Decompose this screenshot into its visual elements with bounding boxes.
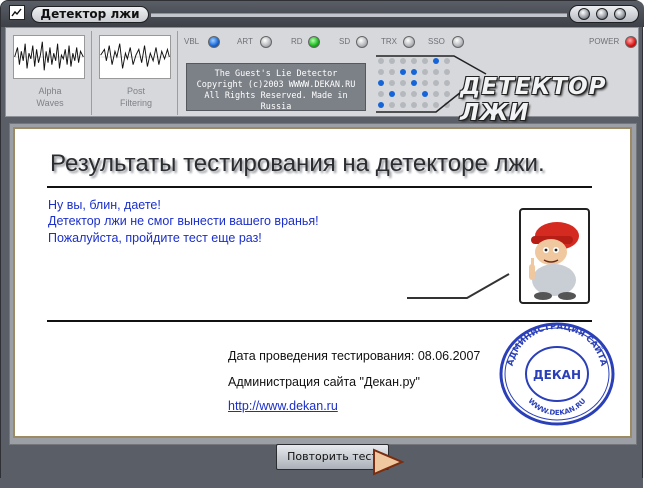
logo: ДЕТЕКТОР ЛЖИ bbox=[460, 74, 607, 126]
sso-led-icon bbox=[452, 36, 464, 48]
bottom-bar bbox=[0, 478, 643, 488]
message-line-2: Детектор лжи не смог вынести вашего вран… bbox=[48, 214, 319, 228]
maximize-button[interactable] bbox=[596, 8, 608, 20]
hand-pointer-icon bbox=[373, 448, 404, 476]
post-filtering-graph bbox=[99, 35, 171, 79]
window-controls bbox=[569, 5, 639, 23]
indicator-sso: SSO bbox=[428, 35, 464, 49]
window-title: Детектор лжи bbox=[31, 6, 149, 23]
art-led-icon bbox=[260, 36, 272, 48]
vbl-led-icon bbox=[208, 36, 220, 48]
indicator-sd: SD bbox=[339, 35, 368, 49]
app-icon[interactable] bbox=[9, 5, 25, 20]
trx-led-icon bbox=[403, 36, 415, 48]
alpha-waves-box: Alpha Waves bbox=[9, 31, 92, 115]
alpha-waves-graph bbox=[13, 35, 85, 79]
page-title: Результаты тестирования на детекторе лжи… bbox=[50, 150, 545, 177]
stamp-icon: АДМИНИСТРАЦИЯ САЙТА WWW.DEKAN.RU ДЕКАН bbox=[499, 322, 615, 426]
indicator-art: ART bbox=[237, 35, 272, 49]
message-line-1: Ну вы, блин, даете! bbox=[48, 198, 161, 212]
alpha-waves-label: Alpha Waves bbox=[36, 86, 64, 108]
detector-panel: Alpha Waves Post Filtering VBL ART RD SD T… bbox=[5, 27, 639, 126]
title-bar[interactable]: Детектор лжи bbox=[1, 1, 644, 27]
copyright-box: The Guest's Lie Detector Copyright (c)20… bbox=[186, 63, 366, 112]
indicator-power: POWER bbox=[589, 35, 637, 49]
indicator-rd: RD bbox=[291, 35, 320, 49]
cartoon-character-icon bbox=[529, 222, 579, 300]
stamp-center-text: ДЕКАН bbox=[533, 368, 581, 382]
indicator-row: VBL ART RD SD TRX SSO POWER bbox=[184, 35, 637, 49]
close-button[interactable] bbox=[614, 8, 626, 20]
post-filtering-label: Post Filtering bbox=[119, 86, 152, 108]
rd-led-icon bbox=[308, 36, 320, 48]
divider-top bbox=[47, 186, 592, 188]
power-led-icon bbox=[625, 36, 637, 48]
title-decor-line bbox=[151, 13, 567, 17]
message-line-3: Пожалуйста, пройдите тест еще раз! bbox=[48, 231, 262, 245]
post-filtering-box: Post Filtering bbox=[95, 31, 178, 115]
sd-led-icon bbox=[356, 36, 368, 48]
site-link[interactable]: http://www.dekan.ru bbox=[228, 399, 338, 413]
indicator-trx: TRX bbox=[381, 35, 415, 49]
minimize-button[interactable] bbox=[578, 8, 590, 20]
indicator-vbl: VBL bbox=[184, 35, 220, 49]
admin-signature: Администрация сайта "Декан.ру" bbox=[228, 375, 420, 389]
cartoon-avatar bbox=[519, 208, 590, 304]
test-date: Дата проведения тестирования: 08.06.2007 bbox=[228, 349, 481, 363]
pointer-arrow-decor bbox=[407, 273, 510, 299]
